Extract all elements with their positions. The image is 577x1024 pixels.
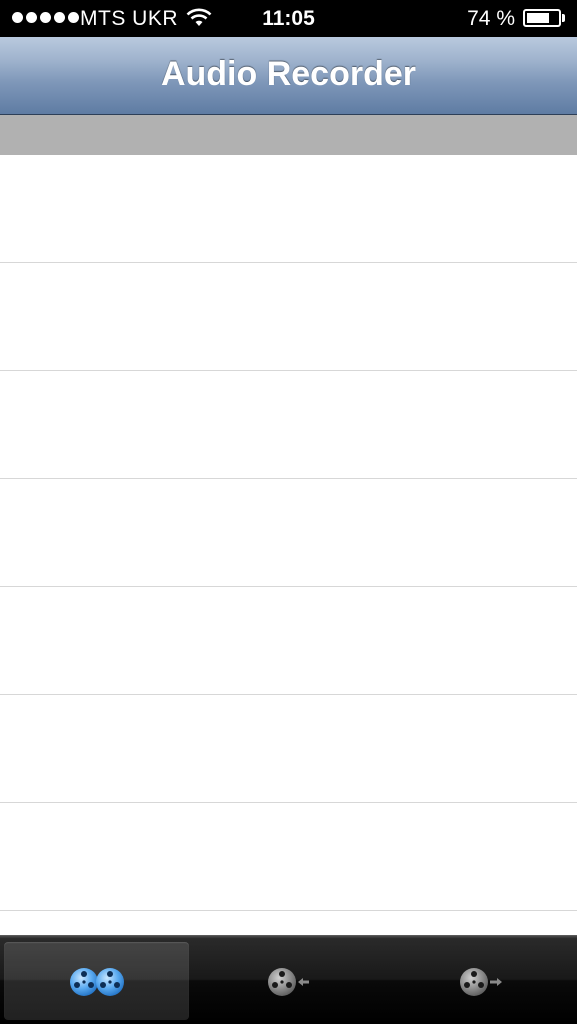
list-item[interactable] xyxy=(0,803,577,911)
list-item[interactable] xyxy=(0,371,577,479)
app-screen: MTS UKR 11:05 74 % Audio Recorder xyxy=(0,0,577,1024)
navigation-bar: Audio Recorder xyxy=(0,37,577,115)
battery-tip xyxy=(562,14,565,22)
list-item[interactable] xyxy=(0,479,577,587)
reel-export-icon xyxy=(459,968,502,996)
tab-export[interactable] xyxy=(388,942,573,1020)
list-item[interactable] xyxy=(0,695,577,803)
page-title: Audio Recorder xyxy=(160,55,417,93)
battery-percentage: 74 % xyxy=(467,7,515,30)
tab-import[interactable] xyxy=(196,942,381,1020)
reels-icon xyxy=(69,968,124,996)
status-bar: MTS UKR 11:05 74 % xyxy=(0,0,577,37)
list-item[interactable] xyxy=(0,155,577,263)
reel-import-icon xyxy=(267,968,309,996)
list-item[interactable] xyxy=(0,911,577,935)
tab-bar xyxy=(0,935,577,1024)
section-header xyxy=(0,115,577,155)
recordings-list[interactable] xyxy=(0,155,577,935)
list-item[interactable] xyxy=(0,263,577,371)
battery-icon xyxy=(523,9,561,27)
list-item[interactable] xyxy=(0,587,577,695)
tab-recordings[interactable] xyxy=(4,942,189,1020)
